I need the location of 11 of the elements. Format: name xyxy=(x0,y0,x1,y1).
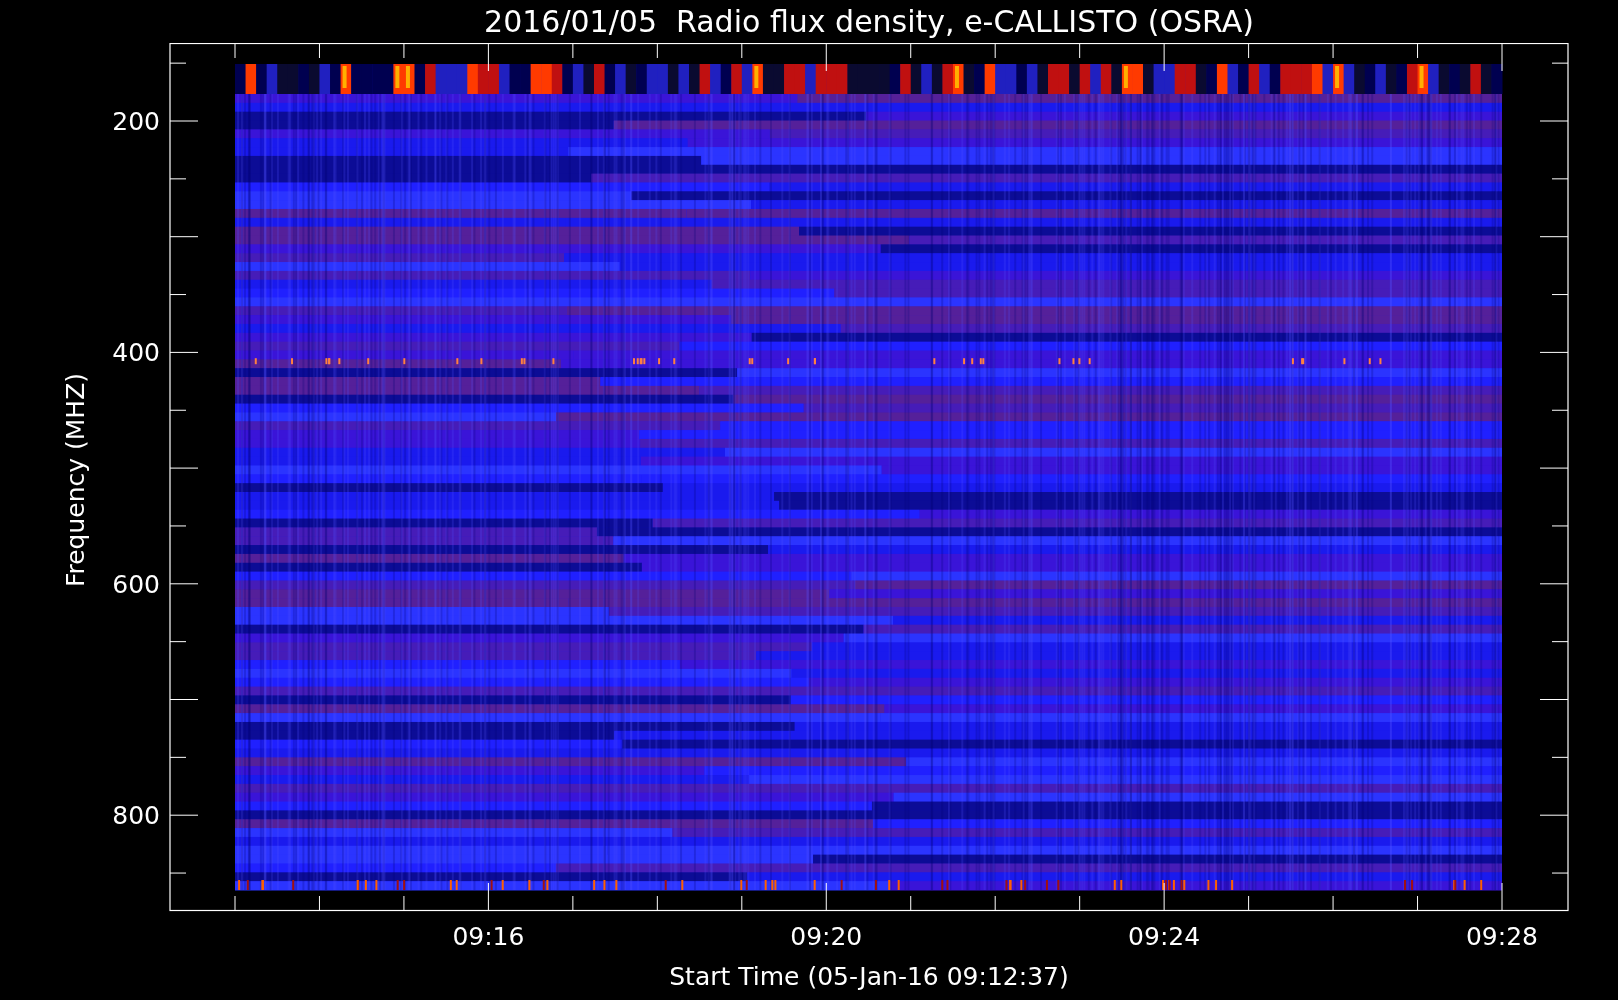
y-tick-label: 400 xyxy=(112,338,160,368)
y-tick-label: 600 xyxy=(112,569,160,599)
y-tick-label: 800 xyxy=(112,801,160,831)
chart-title: 2016/01/05 Radio flux density, e-CALLISTO (OSRA) xyxy=(483,3,1255,41)
y-axis-label: Frequency (MHZ) xyxy=(61,372,90,588)
x-axis-label: Start Time (05-Jan-16 09:12:37) xyxy=(669,962,1069,991)
x-tick-label: 09:24 xyxy=(1128,922,1201,951)
x-tick-label: 09:28 xyxy=(1466,922,1538,951)
y-tick-label: 200 xyxy=(112,107,160,136)
x-tick-label: 09:20 xyxy=(790,922,863,951)
x-tick-label: 09:16 xyxy=(452,922,525,951)
